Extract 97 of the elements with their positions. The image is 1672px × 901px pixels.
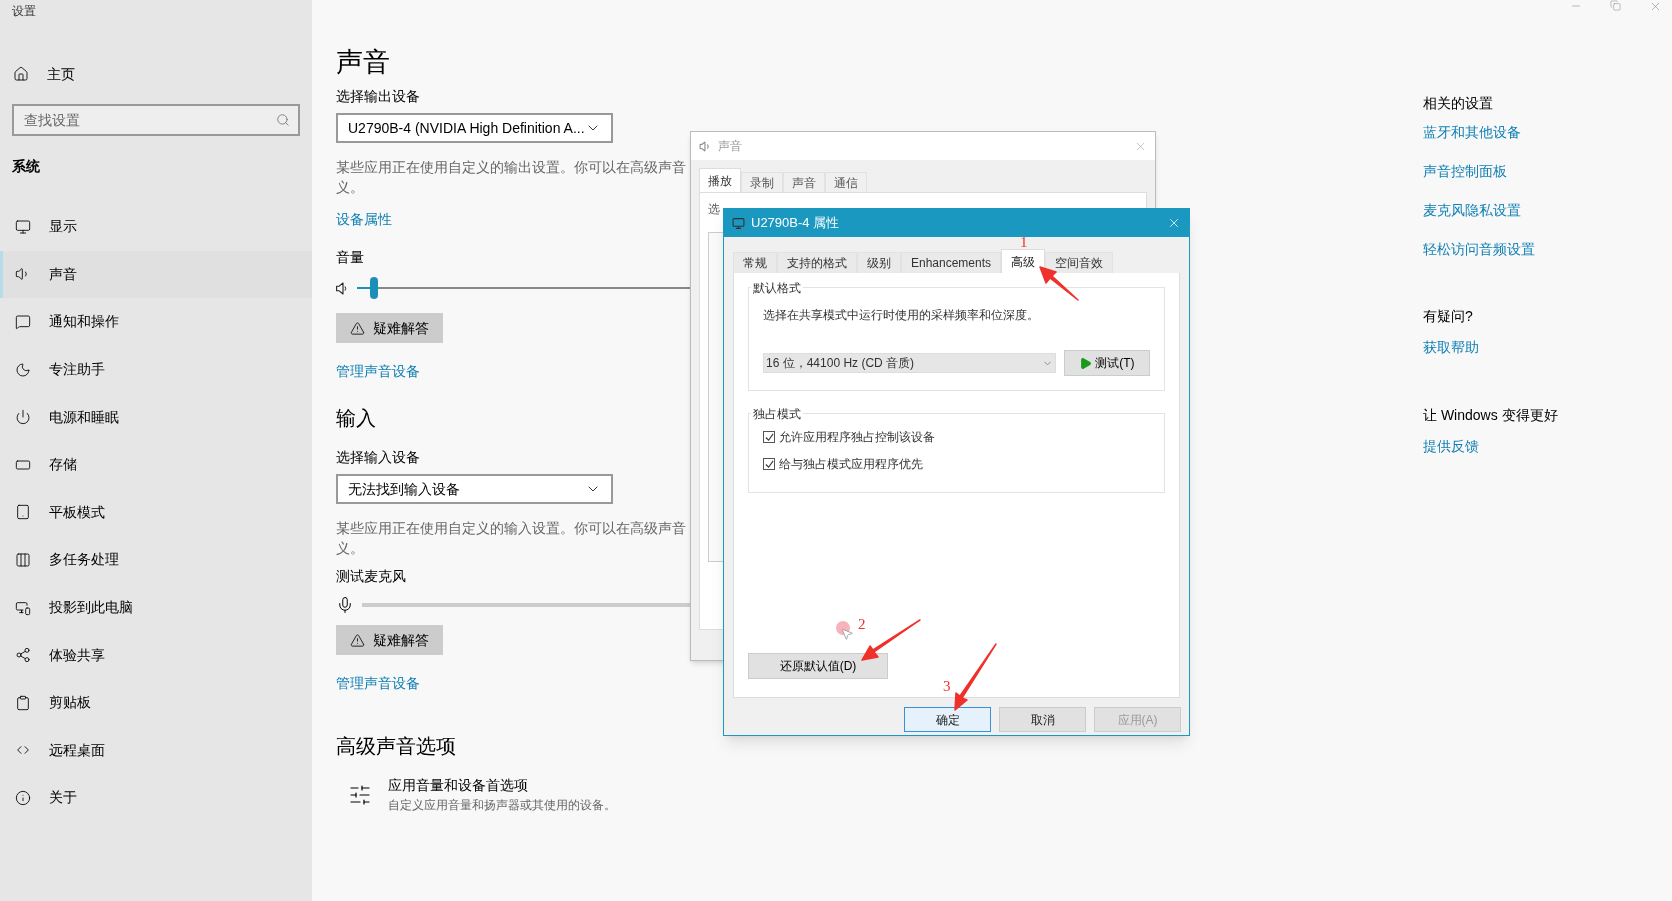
- sidebar-item[interactable]: 专注助手: [0, 345, 312, 394]
- group-description: 选择在共享模式中运行时使用的采样频率和位深度。: [763, 308, 1039, 322]
- dialog-tab[interactable]: 高级: [1001, 249, 1046, 273]
- dialog-button[interactable]: 取消: [999, 707, 1086, 732]
- microphone-icon: [336, 596, 354, 614]
- dialog-tab[interactable]: 支持的格式: [777, 252, 857, 273]
- check-icon: [764, 432, 774, 442]
- nav-icon: [15, 504, 31, 521]
- restore-icon[interactable]: [1610, 0, 1621, 11]
- device-dropdown[interactable]: 无法找到输入设备: [336, 474, 613, 504]
- check-icon: [764, 459, 774, 469]
- option-description: 自定义应用音量和扬声器或其使用的设备。: [388, 797, 616, 814]
- section-heading: 高级声音选项: [336, 734, 456, 759]
- section-heading: 让 Windows 变得更好: [1423, 406, 1559, 425]
- link[interactable]: 管理声音设备: [336, 363, 420, 379]
- sidebar-item[interactable]: 投影到此电脑: [0, 583, 312, 632]
- close-icon[interactable]: [1167, 216, 1181, 230]
- troubleshoot-button[interactable]: 疑难解答: [336, 313, 443, 343]
- close-icon[interactable]: [1649, 0, 1662, 13]
- sidebar-item[interactable]: 电源和睡眠: [0, 393, 312, 441]
- note-text: 某些应用正在使用自定义的输入设置。你可以在高级声音义。: [336, 519, 687, 558]
- device-dropdown[interactable]: U2790B-4 (NVIDIA High Definition A...: [336, 113, 613, 143]
- nav-icon: [15, 361, 31, 378]
- section-heading: 输入: [336, 406, 376, 431]
- restore-defaults-button[interactable]: 还原默认值(D): [748, 653, 888, 679]
- field-label: 测试麦克风: [336, 567, 406, 586]
- speaker-icon: [336, 281, 347, 295]
- sidebar-item[interactable]: 多任务处理: [0, 536, 312, 584]
- sidebar-item[interactable]: 剪贴板: [0, 678, 312, 727]
- sidebar-item[interactable]: 声音: [0, 250, 312, 299]
- sidebar-item[interactable]: 通知和操作: [0, 298, 312, 346]
- step-number: 1: [1020, 236, 1028, 249]
- warning-icon: [350, 632, 365, 648]
- sidebar-item[interactable]: 平板模式: [0, 488, 312, 537]
- sidebar-item[interactable]: 存储: [0, 440, 312, 489]
- checkbox[interactable]: [763, 458, 775, 470]
- dialog-tab[interactable]: 级别: [857, 252, 901, 273]
- dialog-tab[interactable]: 播放: [699, 168, 741, 192]
- dialog-tab[interactable]: 通信: [825, 172, 867, 192]
- search-icon: [276, 113, 290, 127]
- search-field[interactable]: 查找设置: [12, 104, 300, 136]
- group-legend: 独占模式: [751, 405, 803, 423]
- link[interactable]: 获取帮助: [1423, 339, 1479, 355]
- play-icon: [1079, 356, 1093, 370]
- dialog-tab[interactable]: 录制: [741, 172, 783, 192]
- nav-icon: [15, 647, 31, 664]
- group-legend: 默认格式: [751, 279, 803, 297]
- dialog-button[interactable]: 确定: [904, 707, 991, 732]
- checkbox-option[interactable]: 给与独占模式应用程序优先: [763, 455, 923, 473]
- format-dropdown[interactable]: 16 位，44100 Hz (CD 音质): [763, 353, 1056, 373]
- section-heading: 系统: [11, 157, 41, 176]
- link[interactable]: 管理声音设备: [336, 675, 420, 691]
- link[interactable]: 麦克风隐私设置: [1423, 200, 1521, 221]
- nav-icon: [15, 218, 31, 235]
- field-label: 音量: [336, 248, 364, 267]
- warning-icon: [350, 320, 365, 336]
- note-text: 某些应用正在使用自定义的输出设置。你可以在高级声音义。: [336, 158, 687, 197]
- dialog-title: 声音: [718, 138, 742, 155]
- field-label: 选择输出设备: [336, 87, 420, 106]
- cursor-icon: [836, 621, 852, 643]
- link[interactable]: 设备属性: [336, 211, 392, 227]
- sidebar-item[interactable]: 显示: [0, 203, 312, 251]
- sidebar-item[interactable]: 远程桌面: [0, 726, 312, 775]
- link[interactable]: 蓝牙和其他设备: [1423, 122, 1521, 143]
- nav-icon: [15, 599, 31, 616]
- page-title: 声音: [336, 46, 390, 79]
- dialog-tab[interactable]: 声音: [783, 172, 825, 192]
- nav-icon: [15, 789, 31, 806]
- window-title: 设置: [11, 3, 37, 20]
- home-icon: [13, 66, 29, 82]
- link[interactable]: 声音控制面板: [1423, 161, 1507, 182]
- step-number: 2: [858, 618, 866, 631]
- section-heading: 相关的设置: [1423, 94, 1494, 113]
- field-label: 选择输入设备: [336, 448, 420, 467]
- speaker-icon: [699, 139, 712, 153]
- home-nav-item[interactable]: 主页: [0, 62, 312, 86]
- step-number: 3: [943, 680, 951, 693]
- test-button[interactable]: 测试(T): [1063, 350, 1150, 376]
- dialog-tab[interactable]: 空间音效: [1045, 252, 1114, 273]
- nav-icon: [15, 694, 31, 711]
- annotation-arrow: [954, 643, 997, 711]
- list-heading: 选: [708, 202, 720, 216]
- dialog-title: U2790B-4 属性: [751, 214, 840, 233]
- sidebar-item[interactable]: 关于: [0, 774, 312, 822]
- dialog-tab[interactable]: Enhancements: [901, 252, 1002, 273]
- option-title: 应用音量和设备首选项: [388, 776, 529, 795]
- nav-icon: [15, 314, 31, 330]
- link[interactable]: 轻松访问音频设置: [1423, 239, 1535, 260]
- nav-icon: [15, 409, 31, 426]
- troubleshoot-button[interactable]: 疑难解答: [336, 625, 443, 655]
- checkbox[interactable]: [763, 431, 775, 443]
- checkbox-option[interactable]: 允许应用程序独占控制该设备: [763, 428, 935, 446]
- section-heading: 有疑问?: [1423, 307, 1474, 326]
- nav-icon: [15, 551, 31, 568]
- dialog-tab[interactable]: 常规: [733, 252, 777, 273]
- link[interactable]: 提供反馈: [1423, 438, 1479, 454]
- sidebar-item[interactable]: 体验共享: [0, 631, 312, 679]
